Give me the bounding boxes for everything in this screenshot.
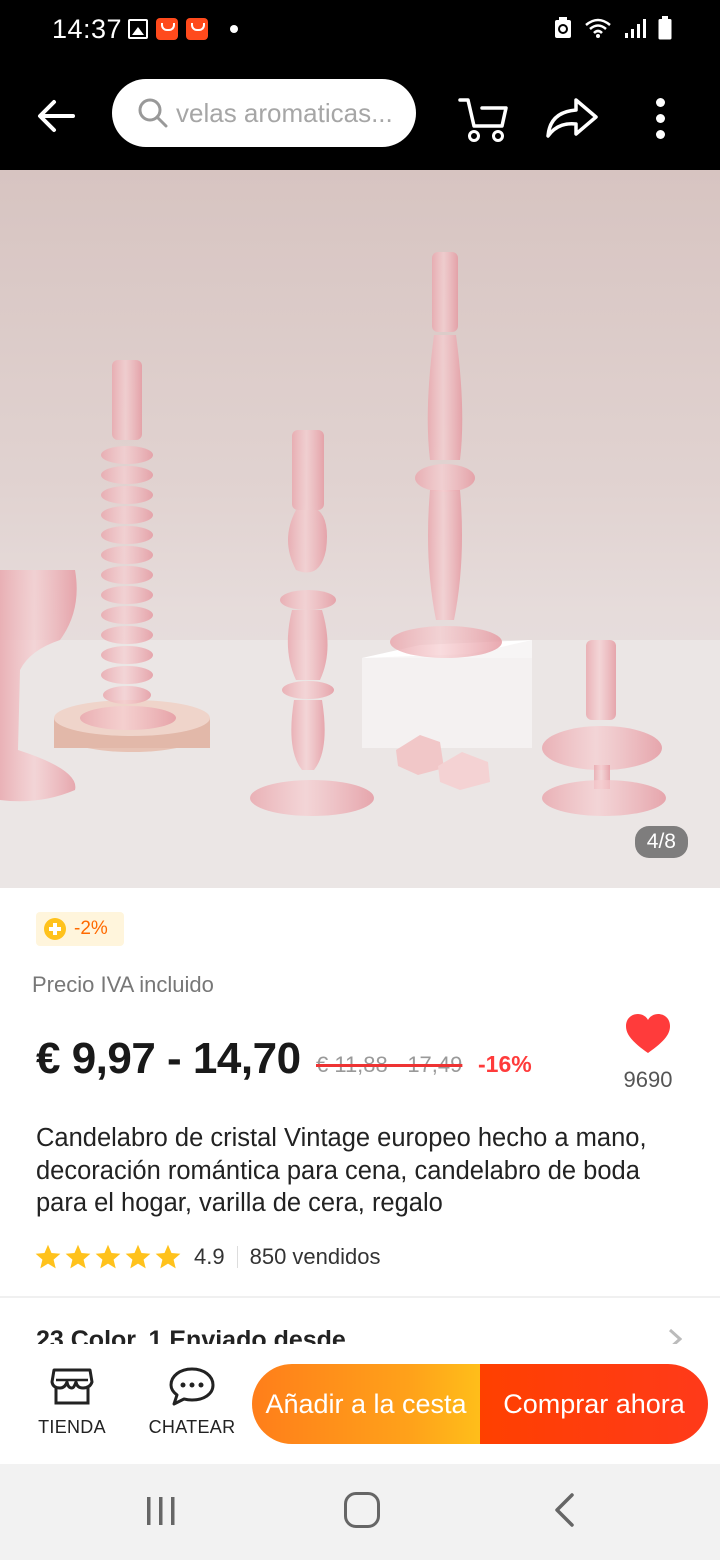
wishlist-count: 9690 [623,1067,673,1092]
add-to-cart-button[interactable]: Añadir a la cesta [252,1364,480,1444]
system-icons [554,16,672,40]
more-icon-dot [655,97,665,107]
variant-options-row[interactable]: 23 Color, 1 Enviado desde [36,1326,686,1344]
coin-discount-badge[interactable]: -2% [36,912,124,946]
back-button[interactable] [30,90,82,142]
search-placeholder: velas aromaticas... [176,97,393,128]
signal-icon [625,19,646,38]
chat-label: CHATEAR [148,1417,236,1437]
aliexpress-notification-icon-2 [186,18,208,40]
badge-text: -2% [74,918,108,939]
store-icon [50,1368,94,1405]
status-time: 14:37 [52,14,123,44]
product-title: Candelabro de cristal Vintage europeo he… [36,1124,647,1217]
chevron-right-icon [668,1328,682,1344]
system-navigation-bar [0,1464,720,1560]
gallery-notification-icon [128,19,148,39]
battery-saver-icon [555,17,571,38]
wishlist-button[interactable]: 9690 [610,1014,686,1093]
sold-count: 850 vendidos [249,1244,381,1269]
cart-icon [458,98,508,142]
star-icon [155,1244,181,1269]
star-icon [35,1244,61,1269]
coin-icon [44,918,66,940]
search-bar[interactable]: velas aromaticas... [112,79,416,147]
search-icon [138,98,168,128]
purchase-buttons: Añadir a la cesta Comprar ahora [252,1364,708,1444]
original-price: € 11,88 - 17,49 [316,1052,463,1077]
share-button[interactable] [540,90,602,146]
home-icon[interactable] [344,1492,380,1528]
chat-button[interactable]: CHATEAR [144,1366,240,1438]
rating-value: 4.9 [194,1244,225,1269]
back-arrow-icon [38,100,75,132]
star-icon [95,1244,121,1269]
more-icon-dot [655,129,665,139]
more-icon-dot [655,113,665,123]
rating-row[interactable]: 4.9 850 vendidos [34,1240,380,1274]
share-icon [546,98,598,138]
more-notifications-dot-icon [230,25,238,33]
price-discount-percent: -16% [478,1051,532,1077]
options-summary: 23 Color, 1 Enviado desde [36,1326,346,1344]
rating-separator [236,1246,238,1268]
aliexpress-notification-icon [156,18,178,40]
bottom-action-bar: TIENDA CHATEAR Añadir a la cesta Comprar… [0,1344,720,1464]
more-options-button[interactable] [640,90,680,146]
image-counter: 4/8 [634,826,688,858]
star-icon [65,1244,91,1269]
store-button[interactable]: TIENDA [32,1366,112,1438]
wifi-icon [585,18,611,38]
store-label: TIENDA [38,1417,106,1437]
star-icon [125,1244,151,1269]
price-range: € 9,97 - 14,70 [36,1034,301,1083]
chat-icon [169,1367,215,1406]
status-bar: 14:37 [0,0,720,60]
tax-included-label: Precio IVA incluido [32,972,214,997]
recent-apps-icon[interactable] [144,1494,178,1528]
section-divider [0,1296,720,1298]
heart-icon [626,1014,670,1053]
buy-now-button[interactable]: Comprar ahora [480,1364,708,1444]
battery-icon [658,16,672,40]
cart-button[interactable] [456,90,512,146]
product-image-carousel[interactable]: 4/8 [0,170,720,888]
notification-icons [128,18,238,40]
system-back-icon[interactable] [552,1492,576,1528]
star-rating [34,1243,182,1271]
top-app-bar: velas aromaticas... [0,60,720,170]
product-photo [0,252,720,888]
